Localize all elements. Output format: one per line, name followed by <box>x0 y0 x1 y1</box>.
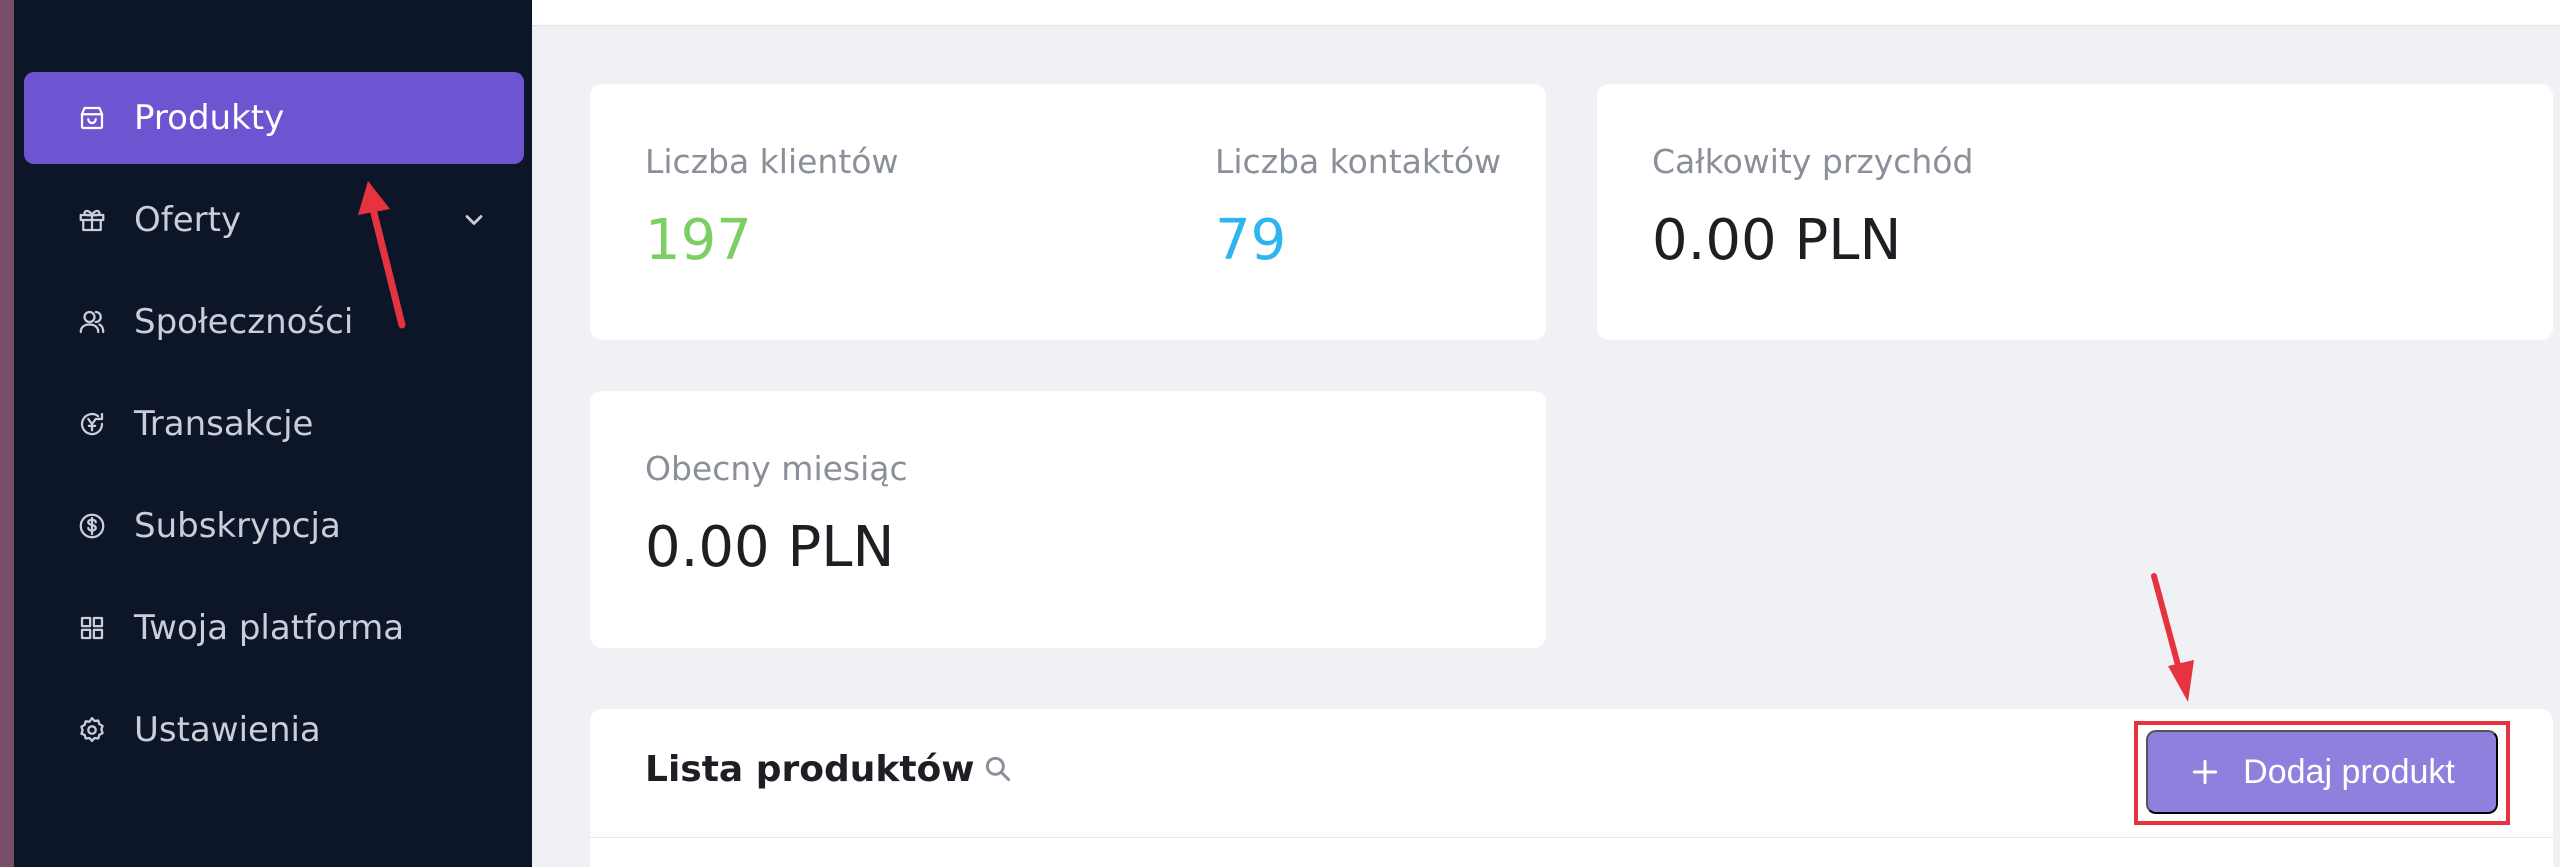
sidebar-item-twoja-platforma[interactable]: Twoja platforma <box>24 582 524 674</box>
top-header <box>532 0 2560 26</box>
grid-icon <box>76 612 108 644</box>
annotation-arrow-button <box>2151 573 2194 702</box>
list-divider <box>590 837 2553 838</box>
product-list-title: Lista produktów <box>645 749 975 790</box>
bag-icon <box>76 102 108 134</box>
current-month-value: 0.00 PLN <box>645 515 895 580</box>
revenue-label: Całkowity przychód <box>1652 142 1974 181</box>
sidebar-item-label: Subskrypcja <box>134 506 341 546</box>
clients-label: Liczba klientów <box>645 142 899 181</box>
revenue-value: 0.00 PLN <box>1652 208 1902 273</box>
sidebar: Produkty Oferty Społeczności Transakcje … <box>14 0 532 867</box>
transactions-icon <box>76 408 108 440</box>
sidebar-item-oferty[interactable]: Oferty <box>24 174 524 266</box>
dollar-circle-icon <box>76 510 108 542</box>
search-icon[interactable] <box>982 753 1014 785</box>
gift-icon <box>76 204 108 236</box>
add-product-button[interactable]: Dodaj produkt <box>2146 730 2498 814</box>
gear-icon <box>76 714 108 746</box>
contacts-label: Liczba kontaktów <box>1215 142 1502 181</box>
clients-contacts-card: Liczba klientów 197 Liczba kontaktów 79 <box>590 84 1546 340</box>
add-product-label: Dodaj produkt <box>2243 752 2455 791</box>
sidebar-item-label: Ustawienia <box>134 710 321 750</box>
current-month-label: Obecny miesiąc <box>645 449 908 488</box>
chevron-down-icon[interactable] <box>460 206 488 234</box>
revenue-card: Całkowity przychód 0.00 PLN <box>1597 84 2553 340</box>
sidebar-item-transakcje[interactable]: Transakcje <box>24 378 524 470</box>
current-month-card: Obecny miesiąc 0.00 PLN <box>590 391 1546 648</box>
sidebar-item-label: Twoja platforma <box>134 608 405 648</box>
sidebar-item-label: Oferty <box>134 200 242 240</box>
community-icon <box>76 306 108 338</box>
window-edge <box>0 0 14 867</box>
sidebar-item-produkty[interactable]: Produkty <box>24 72 524 164</box>
plus-icon <box>2193 759 2218 785</box>
sidebar-item-spolecznosci[interactable]: Społeczności <box>24 276 524 368</box>
sidebar-item-ustawienia[interactable]: Ustawienia <box>24 684 524 776</box>
sidebar-item-label: Produkty <box>134 98 285 138</box>
sidebar-item-label: Społeczności <box>134 302 354 342</box>
clients-value: 197 <box>645 208 752 273</box>
contacts-value: 79 <box>1215 208 1287 273</box>
sidebar-item-label: Transakcje <box>134 404 314 444</box>
sidebar-item-subskrypcja[interactable]: Subskrypcja <box>24 480 524 572</box>
